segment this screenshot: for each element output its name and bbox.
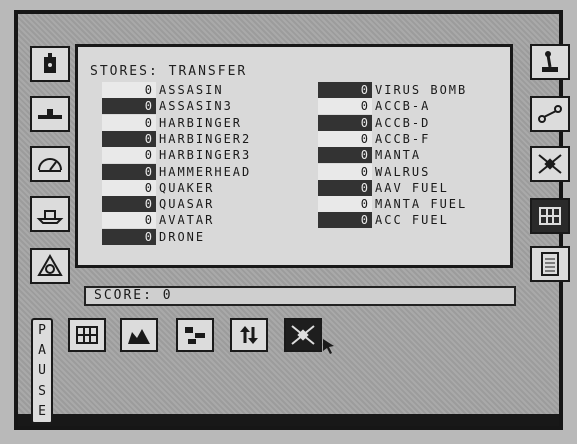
store-row[interactable]: 0 MANTA FUEL	[318, 196, 468, 213]
store-row[interactable]: 0 HARBINGER	[102, 114, 243, 131]
store-row[interactable]: 0 AAV FUEL	[318, 179, 449, 196]
store-quantity: 0	[318, 98, 372, 115]
pause-button[interactable]: P A U S E	[31, 318, 53, 424]
store-label: HARBINGER	[159, 115, 243, 130]
store-quantity: 0	[102, 179, 156, 196]
store-quantity: 0	[318, 212, 372, 229]
store-quantity: 0	[318, 147, 372, 164]
joystick-icon[interactable]	[530, 44, 570, 80]
store-row[interactable]: 0 ACCB-D	[318, 114, 431, 131]
radar-dome-icon[interactable]	[30, 248, 70, 284]
store-row[interactable]: 0 WALRUS	[318, 163, 431, 180]
grid-icon[interactable]	[68, 318, 106, 352]
map-icon[interactable]	[176, 318, 214, 352]
submarine-icon[interactable]	[30, 96, 70, 132]
store-row[interactable]: 0 VIRUS BOMB	[318, 82, 467, 98]
store-quantity: 0	[102, 163, 156, 180]
pause-letter: A	[38, 343, 46, 359]
store-label: ACCB-F	[375, 131, 431, 146]
store-label: ACC FUEL	[375, 213, 449, 228]
store-row[interactable]: 0 QUAKER	[102, 179, 215, 196]
store-row[interactable]: 0 QUASAR	[102, 196, 215, 213]
bomb-icon[interactable]	[30, 46, 70, 82]
store-label: VIRUS BOMB	[375, 83, 468, 97]
bottom-strip	[18, 414, 559, 426]
satellite-icon[interactable]	[530, 146, 570, 182]
store-quantity: 0	[318, 163, 372, 180]
cursor-arrow-icon	[323, 339, 334, 354]
store-label: AAV FUEL	[375, 180, 449, 195]
store-label: MANTA	[375, 148, 422, 163]
store-label: ACCB-A	[375, 99, 431, 114]
landscape-icon[interactable]	[120, 318, 158, 352]
store-label: ACCB-D	[375, 115, 431, 130]
document-icon[interactable]	[530, 246, 570, 282]
store-row[interactable]: 0 HARBINGER2	[102, 130, 252, 147]
transfer-icon[interactable]	[530, 96, 570, 132]
store-label: MANTA FUEL	[375, 197, 468, 212]
grid-icon[interactable]	[530, 198, 570, 234]
pause-letter: P	[38, 322, 46, 338]
store-label: WALRUS	[375, 164, 431, 179]
store-quantity: 0	[102, 228, 156, 245]
store-quantity: 0	[102, 196, 156, 213]
store-row[interactable]: 0 AVATAR	[102, 212, 215, 229]
store-quantity: 0	[102, 114, 156, 131]
score-bar: SCORE: 0	[84, 286, 516, 306]
store-row[interactable]: 0 HAMMERHEAD	[102, 163, 252, 180]
store-quantity: 0	[102, 82, 156, 98]
store-label: AVATAR	[159, 213, 215, 228]
store-row[interactable]: 0 ACCB-F	[318, 130, 431, 147]
pause-letter: E	[38, 404, 46, 420]
store-quantity: 0	[318, 114, 372, 131]
store-label: QUAKER	[159, 180, 215, 195]
store-quantity: 0	[102, 98, 156, 115]
store-quantity: 0	[318, 179, 372, 196]
store-quantity: 0	[318, 196, 372, 213]
store-label: HAMMERHEAD	[159, 164, 252, 179]
store-label: DRONE	[159, 229, 206, 244]
ship-icon[interactable]	[30, 196, 70, 232]
store-row[interactable]: 0 HARBINGER3	[102, 147, 252, 164]
store-quantity: 0	[318, 82, 372, 98]
store-quantity: 0	[318, 130, 372, 147]
store-row[interactable]: 0 MANTA	[318, 147, 422, 164]
pause-letter: U	[38, 363, 46, 379]
pause-letter: S	[38, 383, 46, 399]
store-label: HARBINGER2	[159, 131, 252, 146]
store-row[interactable]: 0 DRONE	[102, 228, 206, 245]
store-label: HARBINGER3	[159, 148, 252, 163]
store-quantity: 0	[102, 147, 156, 164]
store-row[interactable]: 0 ASSASIN3	[102, 98, 233, 115]
stores-title: STORES: TRANSFER	[90, 64, 248, 79]
store-label: QUASAR	[159, 197, 215, 212]
store-quantity: 0	[102, 130, 156, 147]
store-quantity: 0	[102, 212, 156, 229]
store-label: ASSASIN3	[159, 99, 233, 114]
store-label: ASSASIN	[159, 83, 224, 97]
store-row[interactable]: 0 ACC FUEL	[318, 212, 449, 229]
up-down-arrows-icon[interactable]	[230, 318, 268, 352]
store-row[interactable]: 0 ACCB-A	[318, 98, 431, 115]
store-row[interactable]: 0 ASSASIN	[102, 82, 224, 98]
gauge-icon[interactable]	[30, 146, 70, 182]
satellite-icon[interactable]	[284, 318, 322, 352]
